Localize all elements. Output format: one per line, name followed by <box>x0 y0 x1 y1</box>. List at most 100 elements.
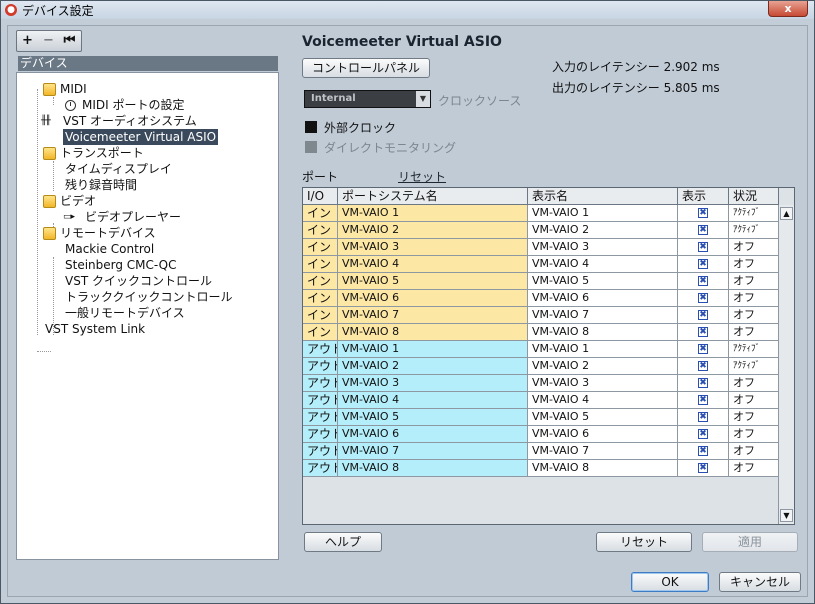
visible-checkbox-icon[interactable]: ✖ <box>698 361 708 371</box>
visible-checkbox-icon[interactable]: ✖ <box>698 446 708 456</box>
table-row[interactable]: アウトVM-VAIO 7VM-VAIO 7✖オフ <box>303 443 779 460</box>
visible-checkbox-icon[interactable]: ✖ <box>698 412 708 422</box>
visible-checkbox-icon[interactable]: ✖ <box>698 310 708 320</box>
cell-visible[interactable]: ✖ <box>678 409 729 425</box>
table-row[interactable]: イン VM-VAIO 5 VM-VAIO 5 ✖ オフ <box>303 273 779 290</box>
scroll-up-icon[interactable]: ▲ <box>780 207 793 220</box>
cell-display-name[interactable]: VM-VAIO 3 <box>528 375 678 391</box>
cancel-button[interactable]: キャンセル <box>719 572 801 592</box>
vertical-scrollbar[interactable]: ▲ ▼ <box>778 205 794 524</box>
direct-monitoring-checkbox[interactable] <box>305 141 317 153</box>
cell-visible[interactable]: ✖ <box>678 256 729 272</box>
cell-visible[interactable]: ✖ <box>678 426 729 442</box>
table-row[interactable]: アウトVM-VAIO 8VM-VAIO 8✖オフ <box>303 460 779 477</box>
visible-checkbox-icon[interactable]: ✖ <box>698 208 708 218</box>
table-row[interactable]: イン VM-VAIO 2 VM-VAIO 2 ✖ ｱｸﾃｨﾌﾞ <box>303 222 779 239</box>
cell-display-name[interactable]: VM-VAIO 2 <box>528 222 678 238</box>
tree-item-remaining-record-time[interactable]: 残り録音時間 <box>65 177 137 193</box>
visible-checkbox-icon[interactable]: ✖ <box>698 225 708 235</box>
clock-source-select[interactable]: Internal ▼ <box>304 90 431 108</box>
col-io[interactable]: I/O <box>303 188 338 204</box>
cell-display-name[interactable]: VM-VAIO 7 <box>528 443 678 459</box>
external-clock-checkbox[interactable] <box>305 121 317 133</box>
visible-checkbox-icon[interactable]: ✖ <box>698 242 708 252</box>
close-button[interactable]: x <box>768 1 808 17</box>
visible-checkbox-icon[interactable]: ✖ <box>698 327 708 337</box>
cell-visible[interactable]: ✖ <box>678 375 729 391</box>
tree-item-voicemeeter-asio[interactable]: Voicemeeter Virtual ASIO <box>63 129 219 145</box>
col-visible[interactable]: 表示 <box>678 188 729 204</box>
table-row[interactable]: アウトVM-VAIO 2VM-VAIO 2✖ｱｸﾃｨﾌﾞ <box>303 358 779 375</box>
cell-visible[interactable]: ✖ <box>678 290 729 306</box>
visible-checkbox-icon[interactable]: ✖ <box>698 344 708 354</box>
tree-item-video[interactable]: ビデオ <box>43 193 96 209</box>
cell-visible[interactable]: ✖ <box>678 392 729 408</box>
table-row[interactable]: イン VM-VAIO 1 VM-VAIO 1 ✖ ｱｸﾃｨﾌﾞ <box>303 205 779 222</box>
col-display-name[interactable]: 表示名 <box>528 188 678 204</box>
cell-display-name[interactable]: VM-VAIO 1 <box>528 205 678 221</box>
cell-display-name[interactable]: VM-VAIO 2 <box>528 358 678 374</box>
tree-item-mackie-control[interactable]: Mackie Control <box>65 241 154 257</box>
table-row[interactable]: イン VM-VAIO 6 VM-VAIO 6 ✖ オフ <box>303 290 779 307</box>
table-row[interactable]: アウトVM-VAIO 6VM-VAIO 6✖オフ <box>303 426 779 443</box>
title-bar[interactable]: ● デバイス設定 x <box>1 1 814 19</box>
tree-item-video-player[interactable]: ▭▸ ビデオプレーヤー <box>63 209 181 225</box>
visible-checkbox-icon[interactable]: ✖ <box>698 378 708 388</box>
table-row[interactable]: アウトVM-VAIO 1VM-VAIO 1✖ｱｸﾃｨﾌﾞ <box>303 341 779 358</box>
cell-visible[interactable]: ✖ <box>678 273 729 289</box>
table-row[interactable]: イン VM-VAIO 7 VM-VAIO 7 ✖ オフ <box>303 307 779 324</box>
tree-item-track-quick-controls[interactable]: トラッククイックコントロール <box>65 289 233 305</box>
table-row[interactable]: イン VM-VAIO 8 VM-VAIO 8 ✖ オフ <box>303 324 779 341</box>
cell-display-name[interactable]: VM-VAIO 4 <box>528 392 678 408</box>
tree-item-time-display[interactable]: タイムディスプレイ <box>65 161 172 177</box>
cell-display-name[interactable]: VM-VAIO 6 <box>528 426 678 442</box>
table-row[interactable]: イン VM-VAIO 4 VM-VAIO 4 ✖ オフ <box>303 256 779 273</box>
col-port-system-name[interactable]: ポートシステム名 <box>338 188 528 204</box>
cell-display-name[interactable]: VM-VAIO 1 <box>528 341 678 357</box>
tree-item-vst-system-link[interactable]: VST System Link <box>45 321 145 337</box>
tree-item-transport[interactable]: トランスポート <box>43 145 144 161</box>
cell-visible[interactable]: ✖ <box>678 443 729 459</box>
col-status[interactable]: 状況 <box>729 188 779 204</box>
cell-display-name[interactable]: VM-VAIO 6 <box>528 290 678 306</box>
tree-item-midi-port-settings[interactable]: MIDI ポートの設定 <box>65 97 185 113</box>
tree-item-vst-audio-system[interactable]: ╫╫ VST オーディオシステム <box>41 113 197 129</box>
add-icon[interactable]: + <box>17 31 38 51</box>
tree-item-vst-quick-controls[interactable]: VST クイックコントロール <box>65 273 212 289</box>
reset-device-icon[interactable]: ⏮ <box>59 31 80 51</box>
cell-display-name[interactable]: VM-VAIO 8 <box>528 324 678 340</box>
ok-button[interactable]: OK <box>631 572 709 592</box>
cell-display-name[interactable]: VM-VAIO 5 <box>528 409 678 425</box>
reset-ports-link[interactable]: リセット <box>398 168 446 185</box>
cell-visible[interactable]: ✖ <box>678 460 729 476</box>
tree-item-remote-devices[interactable]: リモートデバイス <box>43 225 156 241</box>
visible-checkbox-icon[interactable]: ✖ <box>698 463 708 473</box>
tree-item-generic-remote[interactable]: 一般リモートデバイス <box>65 305 185 321</box>
visible-checkbox-icon[interactable]: ✖ <box>698 259 708 269</box>
cell-visible[interactable]: ✖ <box>678 341 729 357</box>
cell-visible[interactable]: ✖ <box>678 239 729 255</box>
apply-button[interactable]: 適用 <box>702 532 798 552</box>
cell-visible[interactable]: ✖ <box>678 307 729 323</box>
cell-display-name[interactable]: VM-VAIO 5 <box>528 273 678 289</box>
table-row[interactable]: アウトVM-VAIO 5VM-VAIO 5✖オフ <box>303 409 779 426</box>
visible-checkbox-icon[interactable]: ✖ <box>698 276 708 286</box>
cell-display-name[interactable]: VM-VAIO 3 <box>528 239 678 255</box>
scroll-down-icon[interactable]: ▼ <box>780 509 793 522</box>
control-panel-button[interactable]: コントロールパネル <box>302 58 430 78</box>
cell-visible[interactable]: ✖ <box>678 205 729 221</box>
help-button[interactable]: ヘルプ <box>304 532 382 552</box>
visible-checkbox-icon[interactable]: ✖ <box>698 395 708 405</box>
remove-icon[interactable]: − <box>38 31 59 51</box>
tree-item-midi[interactable]: MIDI <box>43 81 87 97</box>
cell-visible[interactable]: ✖ <box>678 222 729 238</box>
cell-visible[interactable]: ✖ <box>678 324 729 340</box>
cell-visible[interactable]: ✖ <box>678 358 729 374</box>
cell-display-name[interactable]: VM-VAIO 4 <box>528 256 678 272</box>
cell-display-name[interactable]: VM-VAIO 7 <box>528 307 678 323</box>
table-row[interactable]: イン VM-VAIO 3 VM-VAIO 3 ✖ オフ <box>303 239 779 256</box>
reset-button[interactable]: リセット <box>596 532 692 552</box>
tree-item-steinberg-cmc-qc[interactable]: Steinberg CMC-QC <box>65 257 177 273</box>
table-row[interactable]: アウトVM-VAIO 3VM-VAIO 3✖オフ <box>303 375 779 392</box>
device-tree[interactable]: MIDI MIDI ポートの設定 ╫╫ VST オーディオシステム Voicem… <box>16 72 279 560</box>
